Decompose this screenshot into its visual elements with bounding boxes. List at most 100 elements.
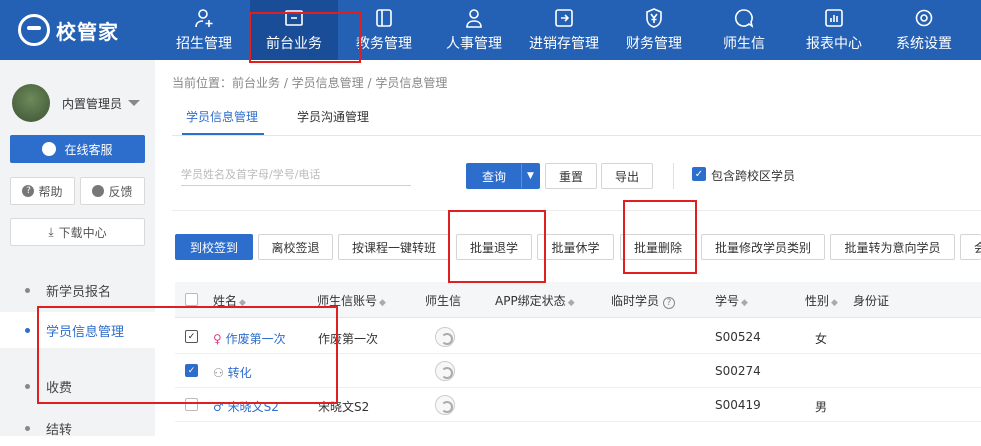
- transfer-class-label: 按课程一键转班: [351, 240, 436, 255]
- table-row[interactable]: ✓ ♀ 作废第一次 作废第一次 S00524 女: [175, 320, 981, 354]
- user-profile[interactable]: 内置管理员: [12, 84, 141, 122]
- column-header-app-binding[interactable]: APP绑定状态 ◆: [495, 292, 575, 309]
- messenger-icon: [435, 327, 455, 347]
- online-service-button[interactable]: 在线客服: [10, 135, 145, 163]
- export-button[interactable]: 导出: [601, 163, 653, 189]
- sidebar-item-student-info[interactable]: 学员信息管理: [0, 312, 155, 348]
- monitor-icon: [283, 7, 305, 29]
- student-name-link[interactable]: ♂ 宋晓文S2: [213, 398, 279, 415]
- bullet-icon: [25, 425, 30, 431]
- table-row[interactable]: ✓ ⚇ 转化 S00274: [175, 354, 981, 388]
- question-icon[interactable]: ?: [663, 297, 676, 309]
- sidebar-item-label: 结转: [46, 422, 73, 438]
- feedback-button[interactable]: 反馈: [80, 177, 145, 205]
- nav-item-settings[interactable]: 系统设置: [880, 0, 968, 60]
- column-header-gender[interactable]: 性别 ◆: [805, 292, 838, 309]
- batch-modify-category-button[interactable]: 批量修改学员类别: [701, 234, 825, 260]
- nav-item-messenger[interactable]: 师生信: [700, 0, 788, 60]
- row-checkbox[interactable]: ✓: [185, 364, 198, 377]
- more-action-label: 会: [974, 239, 981, 256]
- column-header-student-no[interactable]: 学号 ◆: [715, 292, 748, 309]
- nav-label: 人事管理: [446, 36, 502, 52]
- tab-bar: 学员信息管理 学员沟通管理: [172, 100, 981, 136]
- bullet-icon: [25, 383, 30, 389]
- book-icon: [373, 7, 395, 29]
- column-header-messenger: 师生信: [425, 294, 462, 308]
- student-no-cell: S00419: [715, 398, 761, 412]
- online-service-label: 在线客服: [64, 142, 113, 157]
- nav-item-hr[interactable]: 人事管理: [430, 0, 518, 60]
- download-icon: ⤓: [48, 224, 54, 239]
- sort-icon: ◆: [831, 298, 838, 308]
- batch-to-prospect-label: 批量转为意向学员: [844, 240, 941, 255]
- check-in-label: 到校签到: [189, 240, 238, 255]
- batch-withdraw-button[interactable]: 批量退学: [456, 234, 532, 260]
- box-arrow-icon: [553, 7, 575, 29]
- feedback-icon: [92, 185, 105, 197]
- search-input[interactable]: [181, 164, 411, 186]
- nav-item-academic[interactable]: 教务管理: [340, 0, 428, 60]
- sort-icon: ◆: [379, 298, 386, 308]
- username: 内置管理员: [62, 96, 123, 111]
- column-label: 姓名: [213, 294, 238, 308]
- more-action-button[interactable]: 会: [960, 234, 981, 260]
- batch-withdraw-label: 批量退学: [469, 240, 518, 255]
- student-name-link[interactable]: ♀ 作废第一次: [213, 330, 286, 347]
- column-label: 学号: [715, 294, 740, 308]
- app-logo[interactable]: 校管家: [18, 14, 119, 46]
- check-in-button[interactable]: 到校签到: [175, 234, 253, 260]
- check-out-button[interactable]: 离校签退: [258, 234, 333, 260]
- student-name-link[interactable]: ⚇ 转化: [213, 364, 252, 381]
- tab-student-communication[interactable]: 学员沟通管理: [297, 108, 369, 125]
- sidebar-item-new-enrollment[interactable]: 新学员报名: [0, 272, 155, 308]
- cross-campus-checkbox[interactable]: ✓: [692, 167, 706, 181]
- batch-delete-button[interactable]: 批量删除: [620, 234, 696, 260]
- bullet-icon: [25, 327, 30, 333]
- column-header-name[interactable]: 姓名 ◆: [213, 292, 246, 309]
- sidebar-item-label: 收费: [46, 380, 73, 396]
- nav-item-reports[interactable]: 报表中心: [790, 0, 878, 60]
- nav-label: 师生信: [723, 36, 765, 52]
- chevron-down-icon[interactable]: ▼: [521, 164, 539, 188]
- sidebar-item-charge[interactable]: 收费: [0, 368, 155, 404]
- query-button[interactable]: 查询 ▼: [466, 163, 540, 189]
- check-out-label: 离校签退: [271, 240, 320, 255]
- batch-suspend-button[interactable]: 批量休学: [537, 234, 614, 260]
- nav-item-front-desk[interactable]: 前台业务: [250, 0, 338, 60]
- column-label: 临时学员: [611, 294, 660, 308]
- batch-to-prospect-button[interactable]: 批量转为意向学员: [830, 234, 955, 260]
- row-checkbox[interactable]: [185, 398, 198, 411]
- person-icon: [463, 7, 485, 29]
- nav-item-enrollment[interactable]: 招生管理: [160, 0, 248, 60]
- student-no-cell: S00274: [715, 364, 761, 378]
- column-header-account[interactable]: 师生信账号 ◆: [317, 292, 386, 309]
- nav-label: 报表中心: [806, 36, 862, 52]
- select-all-checkbox[interactable]: [185, 293, 198, 306]
- sort-icon: ◆: [741, 298, 748, 308]
- nav-item-inventory[interactable]: 进销存管理: [520, 0, 608, 60]
- messenger-icon: [435, 361, 455, 381]
- gender-cell: 女: [815, 332, 828, 346]
- messenger-icon: [435, 395, 455, 415]
- gear-icon: [913, 7, 935, 29]
- tab-student-info[interactable]: 学员信息管理: [186, 108, 258, 125]
- help-button[interactable]: ? 帮助: [10, 177, 75, 205]
- account-cell: 宋晓文S2: [318, 400, 370, 414]
- reset-button[interactable]: 重置: [545, 163, 597, 189]
- nav-label: 招生管理: [176, 36, 232, 52]
- sidebar-item-carryover[interactable]: 结转: [0, 410, 155, 446]
- row-checkbox[interactable]: ✓: [185, 330, 198, 343]
- download-center-button[interactable]: ⤓ 下载中心: [10, 218, 145, 246]
- bullet-icon: [25, 287, 30, 293]
- sort-icon: ◆: [239, 298, 246, 308]
- feedback-label: 反馈: [108, 184, 133, 199]
- student-name: 转化: [227, 366, 252, 380]
- transfer-class-button[interactable]: 按课程一键转班: [338, 234, 450, 260]
- table-row[interactable]: ♂ 宋晓文S2 宋晓文S2 S00419 男: [175, 388, 981, 422]
- account-cell: 作废第一次: [318, 332, 379, 346]
- sidebar-item-label: 新学员报名: [46, 284, 112, 300]
- batch-suspend-label: 批量休学: [551, 240, 600, 255]
- reset-label: 重置: [558, 169, 583, 184]
- column-label: 性别: [805, 294, 830, 308]
- nav-item-finance[interactable]: 财务管理: [610, 0, 698, 60]
